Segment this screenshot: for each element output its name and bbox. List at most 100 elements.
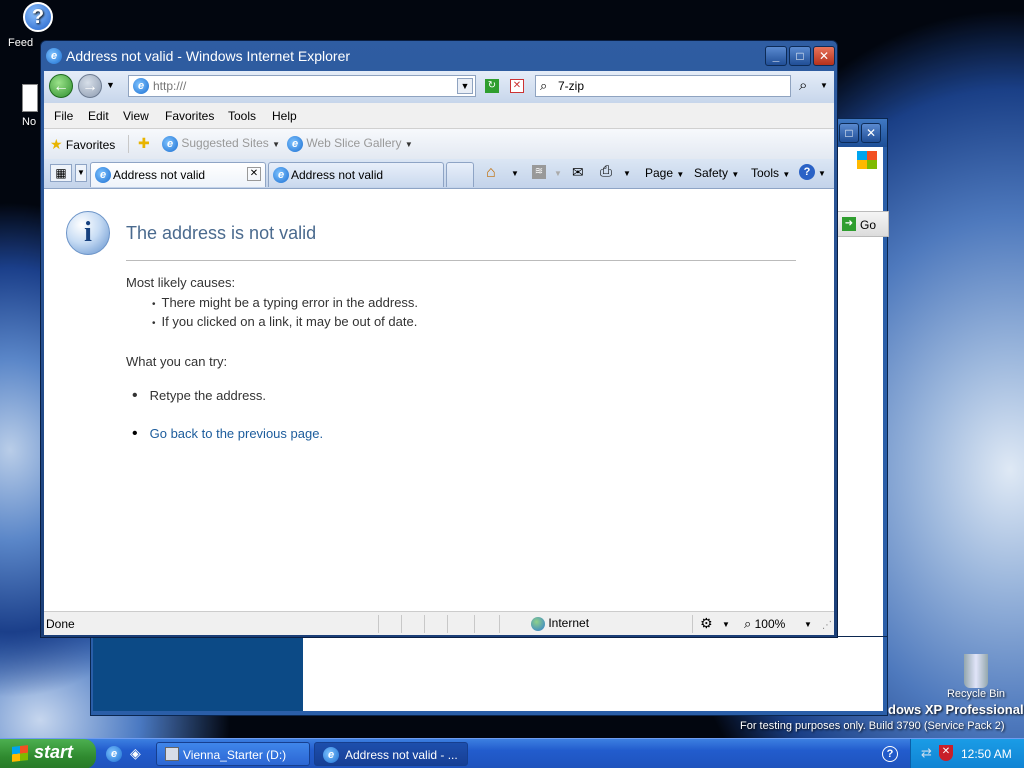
suggested-sites-label: Suggested Sites	[181, 136, 269, 151]
quick-tabs-icon[interactable]: ▦	[50, 164, 72, 182]
history-dropdown-icon[interactable]: ▼	[106, 80, 115, 90]
read-mail-icon[interactable]: ✉	[572, 164, 584, 181]
safety-menu-label: Safety	[694, 166, 729, 180]
status-text: Done	[46, 617, 75, 631]
cause-text: There might be a typing error in the add…	[161, 295, 419, 310]
desktop-icon-document[interactable]: No	[22, 84, 42, 128]
search-input[interactable]	[558, 79, 778, 93]
retype-text: Retype the address.	[149, 388, 266, 403]
tab-list-dropdown-icon[interactable]: ▼	[75, 164, 87, 182]
print-icon[interactable]: ⎙	[600, 163, 612, 180]
search-icon[interactable]: ⌕	[799, 77, 807, 94]
menu-edit[interactable]: Edit	[88, 109, 109, 123]
task-label: Address not valid - ...	[345, 748, 458, 762]
tools-menu[interactable]: Tools ▼	[751, 166, 790, 180]
safety-menu[interactable]: Safety ▼	[694, 166, 739, 180]
refresh-icon[interactable]: ↻	[485, 79, 499, 93]
add-to-favorites-icon[interactable]: ✚	[138, 135, 150, 152]
start-label: start	[34, 742, 74, 762]
go-back-item: • Go back to the previous page.	[132, 425, 323, 443]
watermark-build: For testing purposes only. Build 3790 (S…	[740, 720, 1005, 732]
zone-label: Internet	[548, 616, 590, 630]
ie-quicklaunch-icon[interactable]: e	[106, 746, 122, 762]
search-box[interactable]: ⌕	[535, 75, 791, 97]
page-menu-label: Page	[645, 166, 674, 180]
search-options-icon[interactable]: ▼	[820, 81, 828, 90]
task-address-not-valid[interactable]: e Address not valid - ...	[314, 742, 468, 766]
close-icon[interactable]: ✕	[861, 123, 881, 143]
web-slice-gallery-button[interactable]: e Web Slice Gallery ▼	[287, 136, 413, 152]
feeds-icon[interactable]: ≋	[532, 165, 546, 179]
protected-mode-icon[interactable]: ⚙	[700, 615, 713, 632]
menu-file[interactable]: File	[54, 109, 73, 123]
task-vienna-starter[interactable]: Vienna_Starter (D:)	[156, 742, 310, 766]
navigation-bar: ← → ▼ e ▼ ↻ ✕ ⌕ ⌕ ▼	[44, 71, 834, 103]
resize-grip-icon[interactable]: ⋰	[822, 620, 832, 631]
windows-logo-icon	[857, 151, 877, 169]
menu-view[interactable]: View	[123, 109, 149, 123]
menu-favorites[interactable]: Favorites	[165, 109, 214, 123]
ie-page-icon: e	[162, 136, 178, 152]
dropdown-icon[interactable]: ▼	[511, 169, 519, 178]
favorites-button[interactable]: ★ Favorites	[50, 136, 115, 153]
favorites-bar: ★ Favorites ✚ e Suggested Sites ▼ e Web …	[44, 129, 834, 159]
menu-tools[interactable]: Tools	[228, 109, 256, 123]
address-bar[interactable]: e ▼	[128, 75, 476, 97]
title-bar[interactable]: e Address not valid - Windows Internet E…	[41, 41, 837, 71]
suggested-sites-button[interactable]: e Suggested Sites ▼	[162, 136, 280, 152]
back-arrow-icon: ←	[53, 78, 69, 95]
home-icon[interactable]: ⌂	[486, 164, 496, 182]
forward-button[interactable]: →	[78, 74, 102, 98]
maximize-icon[interactable]: □	[839, 123, 859, 143]
bullet: •	[152, 318, 156, 329]
new-tab-button[interactable]	[446, 162, 474, 187]
address-input[interactable]	[153, 79, 453, 93]
stop-icon[interactable]: ✕	[510, 79, 524, 93]
desktop-quicklaunch-icon[interactable]: ◈	[130, 745, 141, 762]
background-window-lower	[90, 636, 888, 716]
recycle-bin[interactable]: Recycle Bin	[940, 654, 1012, 700]
security-zone[interactable]: Internet	[531, 616, 589, 631]
status-bar: Done Internet ⚙ ▼ ⌕ 100% ▼ ⋰	[44, 611, 834, 635]
cause-item: • There might be a typing error in the ad…	[152, 295, 418, 310]
dropdown-icon[interactable]: ▼	[623, 169, 631, 178]
page-title: The address is not valid	[126, 223, 317, 243]
dropdown-icon[interactable]: ▼	[804, 620, 812, 629]
dropdown-icon[interactable]: ▼	[722, 620, 730, 629]
maximize-icon[interactable]: □	[789, 46, 811, 66]
close-tab-icon[interactable]: ✕	[247, 167, 261, 181]
watermark-edition: dows XP Professional	[888, 702, 1024, 717]
back-button[interactable]: ←	[49, 74, 73, 98]
close-icon[interactable]: ✕	[813, 46, 835, 66]
address-dropdown-icon[interactable]: ▼	[457, 78, 473, 94]
tab-address-not-valid[interactable]: e Address not valid	[268, 162, 444, 187]
go-button[interactable]: ➜ Go	[837, 211, 889, 237]
page-menu[interactable]: Page ▼	[645, 166, 684, 180]
zoom-control[interactable]: ⌕ 100%	[744, 616, 785, 632]
tab-address-not-valid-active[interactable]: e Address not valid ✕	[90, 162, 266, 187]
menu-bar: File Edit View Favorites Tools Help	[44, 103, 834, 129]
heading-divider	[126, 260, 796, 261]
page-content: i The address is not valid Most likely c…	[44, 189, 834, 611]
tab-bar: ▦ ▼ e Address not valid ✕ e Address not …	[44, 159, 834, 189]
network-icon[interactable]: ⇄	[921, 745, 932, 761]
background-window[interactable]: □ ✕ ➜ Go	[830, 118, 889, 716]
ie-window: e Address not valid - Windows Internet E…	[40, 40, 838, 638]
clock: 12:50 AM	[961, 747, 1012, 761]
help-icon: ?	[23, 2, 53, 32]
dropdown-icon[interactable]: ▼	[818, 169, 826, 178]
minimize-icon[interactable]: _	[765, 46, 787, 66]
bullet: •	[132, 387, 138, 404]
menu-help[interactable]: Help	[272, 109, 297, 123]
drive-icon	[165, 747, 179, 761]
cause-text: If you clicked on a link, it may be out …	[161, 314, 418, 329]
retype-item: • Retype the address.	[132, 387, 266, 405]
help-icon[interactable]: ?	[882, 746, 898, 762]
security-shield-icon[interactable]: ✕	[939, 745, 953, 761]
recycle-bin-label: Recycle Bin	[946, 688, 1006, 700]
go-back-link[interactable]: Go back to the previous page.	[150, 426, 323, 441]
task-label: Vienna_Starter (D:)	[183, 748, 287, 762]
help-icon[interactable]: ?	[799, 164, 815, 180]
dropdown-icon: ▼	[404, 140, 413, 150]
start-button[interactable]: start	[0, 739, 96, 768]
